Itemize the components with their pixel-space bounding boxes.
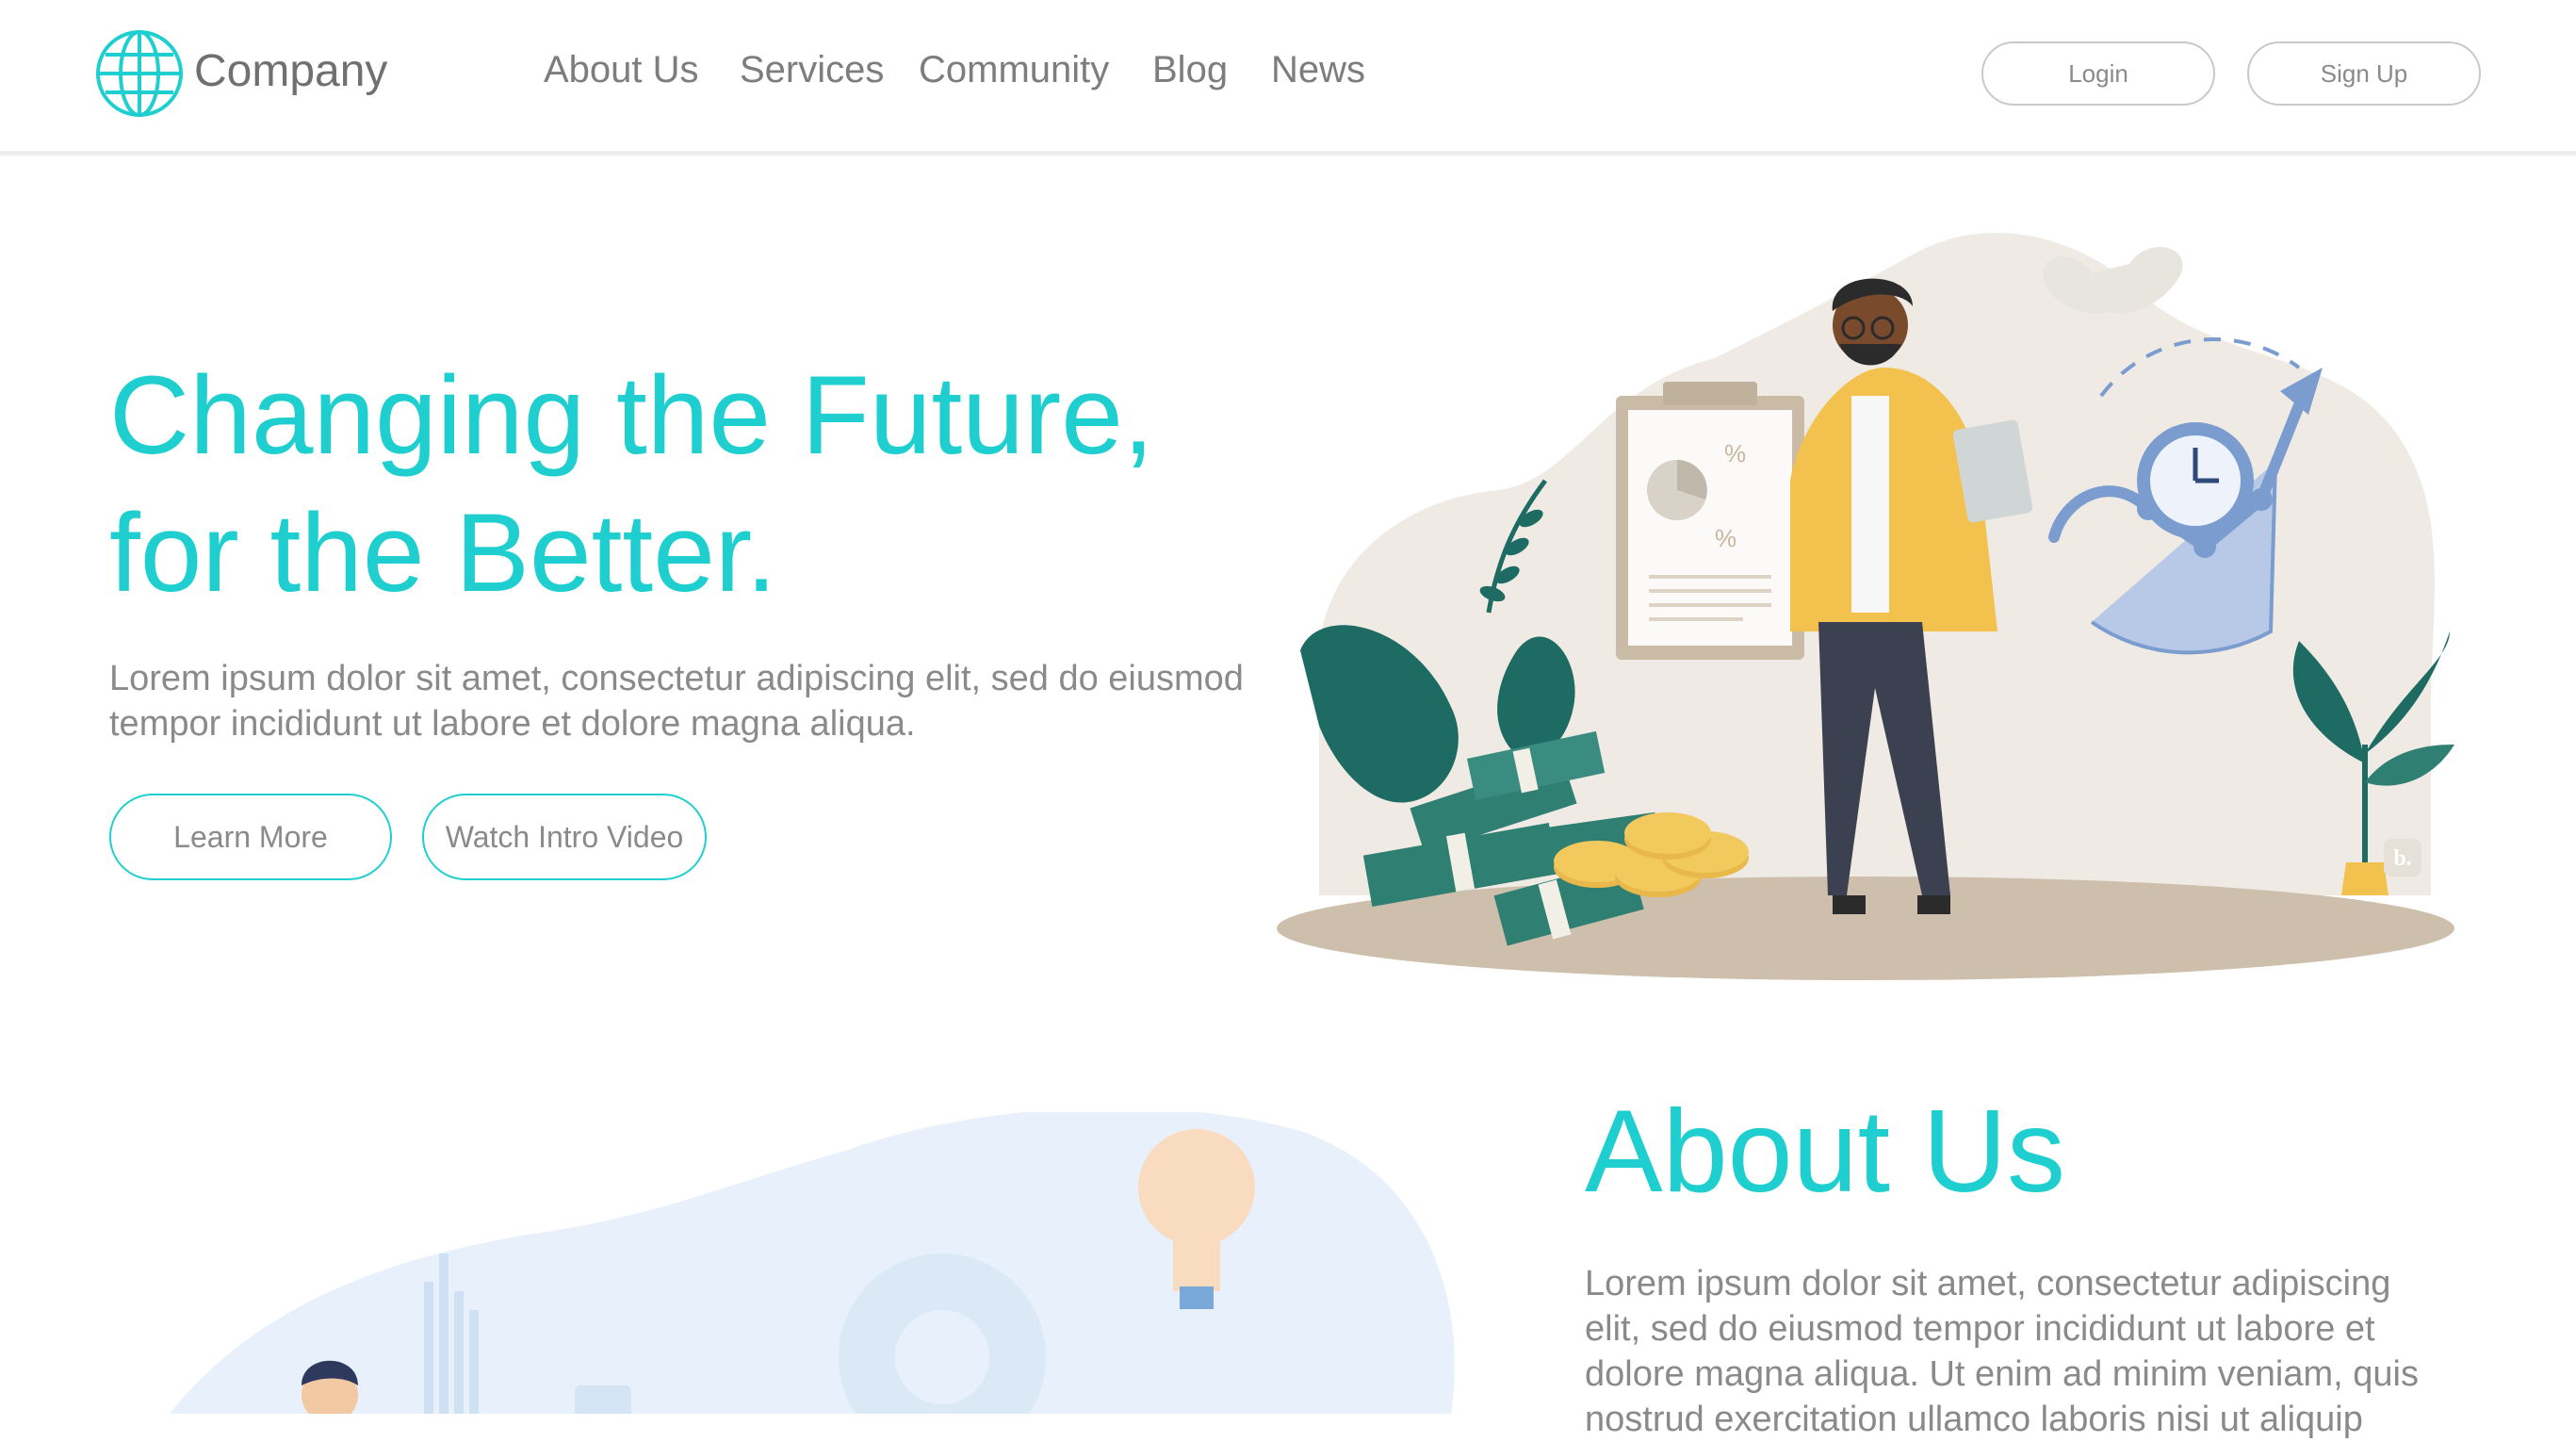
hero-description: Lorem ipsum dolor sit amet, consectetur … <box>109 659 1244 744</box>
person-icon <box>302 1360 358 1414</box>
about-illustration <box>170 1112 1455 1414</box>
hero-title-line-1: Changing the Future, <box>109 353 1154 478</box>
nav-link-news[interactable]: News <box>1271 49 1365 91</box>
globe-icon[interactable] <box>94 28 185 119</box>
learn-more-button[interactable]: Learn More <box>109 794 392 880</box>
nav-link-about-us[interactable]: About Us <box>544 49 699 91</box>
badge-text: b. <box>2393 846 2411 871</box>
login-button[interactable]: Login <box>1981 41 2215 106</box>
site-header: Company About Us Services Community Blog… <box>0 0 2576 156</box>
nav-link-blog[interactable]: Blog <box>1152 49 1228 91</box>
nav-link-services[interactable]: Services <box>740 49 884 91</box>
background-blob <box>170 1112 1455 1414</box>
about-title: About Us <box>1585 1087 2066 1217</box>
signup-button[interactable]: Sign Up <box>2247 41 2481 106</box>
svg-text:%: % <box>1724 439 1746 467</box>
watch-intro-video-button[interactable]: Watch Intro Video <box>422 794 707 880</box>
about-description: Lorem ipsum dolor sit amet, consectetur … <box>1585 1264 2419 1439</box>
hero-title: Changing the Future, for the Better. <box>109 347 1296 622</box>
heart-icon <box>2043 246 2183 315</box>
hero-title-line-2: for the Better. <box>109 491 777 615</box>
svg-text:%: % <box>1715 524 1736 552</box>
brand-name[interactable]: Company <box>194 45 387 97</box>
nav-link-community[interactable]: Community <box>919 49 1109 91</box>
hero-illustration: % % b. <box>1277 233 2454 980</box>
